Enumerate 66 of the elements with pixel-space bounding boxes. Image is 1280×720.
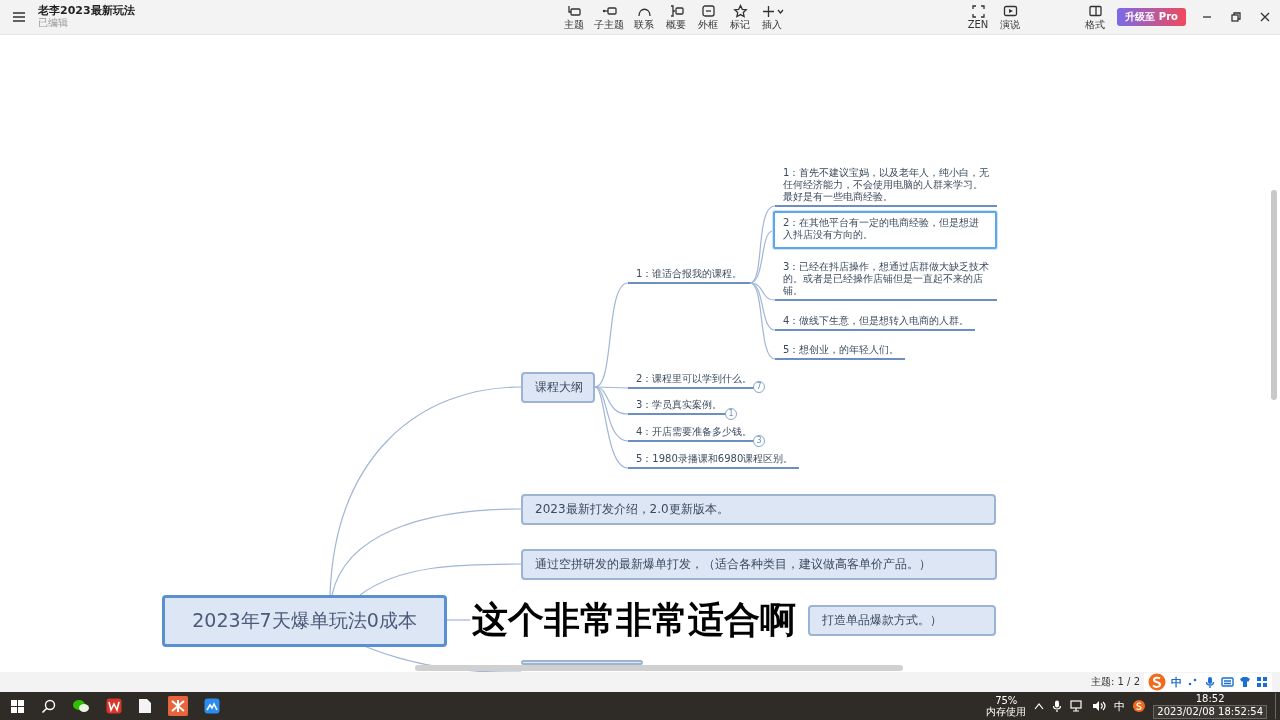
- toolbar-button[interactable]: 子主题: [592, 4, 626, 30]
- search-icon[interactable]: [41, 698, 56, 714]
- memory-label: 内存使用: [986, 706, 1027, 717]
- chat-bubbles-icon[interactable]: [72, 698, 90, 714]
- close-icon[interactable]: [1260, 12, 1270, 22]
- ime-logo-icon[interactable]: [1133, 700, 1146, 712]
- keyboard-icon[interactable]: [1221, 676, 1234, 688]
- toolbar-button[interactable]: 联系: [630, 4, 658, 30]
- subtitle-caption: 这个非常非常适合啊: [472, 598, 796, 642]
- w-logo-icon[interactable]: [106, 698, 122, 714]
- format-button[interactable]: 格式: [1081, 4, 1110, 30]
- mindmap-topic[interactable]: 2：在其他平台有一定的电商经验，但是想进入抖店没有方向的。: [773, 211, 997, 249]
- windows-icon[interactable]: [10, 698, 25, 714]
- cloud-app-icon[interactable]: [204, 698, 220, 714]
- star-icon: [732, 4, 748, 18]
- mindmap-topic[interactable]: 2023最新打发介绍，2.0更新版本。: [521, 494, 996, 525]
- menu-icon[interactable]: [12, 11, 26, 23]
- mindmap-topic[interactable]: 打造单品爆款方式。）: [808, 605, 996, 636]
- mindmap-topic[interactable]: 4：做线下生意，但是想转入电商的人群。: [775, 311, 976, 331]
- restore-icon[interactable]: [1231, 12, 1241, 22]
- speaker-icon[interactable]: [1092, 700, 1107, 712]
- plus-icon: [760, 4, 776, 18]
- toolbar-button[interactable]: 演说: [996, 4, 1024, 30]
- save-status: 已编辑: [38, 17, 69, 29]
- panel-icon: [1087, 4, 1103, 18]
- scrollbar[interactable]: [415, 665, 903, 671]
- mindmap-topic[interactable]: 3：学员真实案例。: [628, 395, 729, 415]
- mindmap-topic[interactable]: 通过空拼研发的最新爆单打发，（适合各种类目，建议做高客单价产品。）: [521, 549, 997, 580]
- network-icon[interactable]: [1070, 700, 1085, 712]
- topic-icon: [566, 4, 582, 18]
- microphone-icon[interactable]: [1052, 700, 1063, 712]
- mindmap-app-icon[interactable]: [168, 696, 188, 716]
- mindmap-topic[interactable]: 5：想创业，的年轻人们。: [775, 340, 906, 360]
- document-title: 老李2023最新玩法: [38, 5, 135, 17]
- input-mode[interactable]: 中: [1114, 698, 1126, 714]
- subtopic-icon: [601, 4, 617, 18]
- toolbar-button[interactable]: 主题: [560, 4, 588, 30]
- bracket-icon: [668, 4, 684, 18]
- punctuation-icon[interactable]: [1187, 676, 1199, 688]
- topic-count: 主题: 1 / 2: [1091, 675, 1140, 689]
- play-icon: [1002, 4, 1018, 18]
- connector-line: [446, 619, 473, 621]
- shirt-icon[interactable]: [1239, 676, 1251, 688]
- toolbar-button[interactable]: 插入: [758, 4, 786, 30]
- mindmap-topic[interactable]: 2023年7天爆单玩法0成本: [162, 595, 447, 647]
- mindmap-topic[interactable]: 3：已经在抖店操作，想通过店群做大缺乏技术的。或者是已经操作店铺但是一直起不来的店铺。: [775, 252, 997, 301]
- toolbox-icon[interactable]: [1256, 676, 1268, 688]
- fullscreen-icon: [970, 4, 986, 18]
- chevron-up-icon[interactable]: [1034, 702, 1045, 710]
- input-mode[interactable]: 中: [1171, 674, 1182, 690]
- toolbar-button[interactable]: 标记: [726, 4, 754, 30]
- toolbar-button[interactable]: 概要: [662, 4, 690, 30]
- memory-percent: 75%: [995, 695, 1018, 706]
- mindmap-topic[interactable]: 5：1980录播课和6980课程区别。: [628, 449, 800, 469]
- upgrade-button[interactable]: 升级至 Pro: [1117, 8, 1186, 26]
- datetime-tooltip: 2023/02/08 18:52:54: [1153, 705, 1267, 719]
- clock-time: 18:52: [1195, 693, 1225, 705]
- collapsed-count[interactable]: 3: [753, 435, 765, 447]
- document-icon[interactable]: [138, 698, 152, 714]
- scrollbar[interactable]: [1271, 190, 1277, 400]
- mindmap-topic[interactable]: 课程大纲: [521, 372, 595, 403]
- toolbar-button[interactable]: ZEN: [964, 4, 992, 30]
- mindmap-topic[interactable]: 1：首先不建议宝妈，以及老年人，纯小白，无任何经济能力，不会使用电脑的人群来学习。最好是有一些电商经验。: [775, 156, 997, 207]
- mindmap-topic[interactable]: 1：谁适合报我的课程。: [628, 264, 750, 284]
- boundary-icon: [700, 4, 716, 18]
- toolbar-button[interactable]: 外框: [694, 4, 722, 30]
